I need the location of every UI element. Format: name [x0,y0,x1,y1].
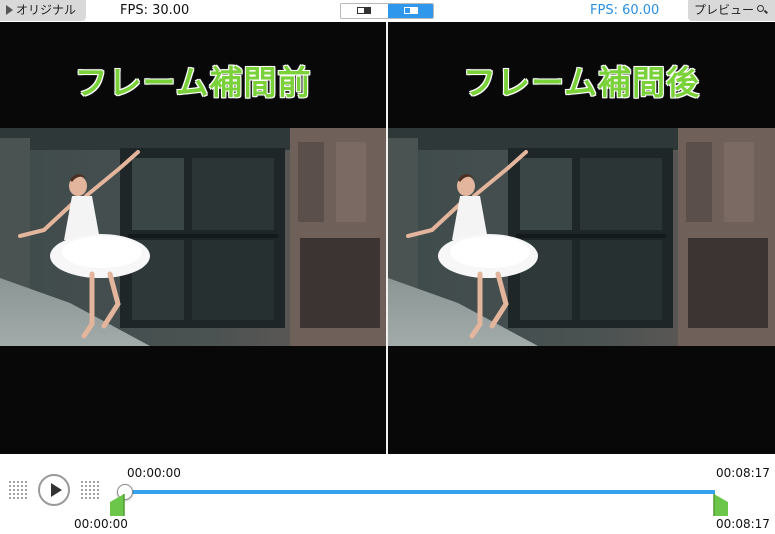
preview-label: プレビュー [694,3,755,17]
top-bar: オリジナル FPS: 30.00 FPS: 60.00 プレビュー [0,0,775,22]
video-frame-preview [388,128,775,346]
fps-original: FPS: 30.00 [120,3,190,18]
split-view-icon [404,7,418,14]
play-triangle-icon [6,5,13,15]
in-point-time: 00:00:00 [74,517,128,531]
timeline-fill [125,490,715,494]
timeline-track[interactable] [125,490,715,494]
original-label: オリジナル [16,3,77,17]
current-time: 00:00:00 [127,466,181,480]
view-mode-toggle [340,3,434,19]
single-view-icon [357,7,371,14]
play-button[interactable] [38,474,70,506]
frame-step-back-button[interactable] [8,480,28,500]
play-icon [51,483,62,497]
fps-preview: FPS: 60.00 [590,3,660,18]
magnifier-icon [757,5,767,15]
playback-controls: 00:00:00 00:08:17 00:00:00 00:08:17 [0,454,775,534]
original-tab[interactable]: オリジナル [0,0,86,21]
out-point-marker[interactable] [713,494,728,516]
frame-step-forward-button[interactable] [80,480,100,500]
split-view-button[interactable] [388,4,433,18]
end-time: 00:08:17 [716,466,770,480]
preview-tab[interactable]: プレビュー [688,0,775,21]
in-point-marker[interactable] [110,494,125,516]
pane-title-after: フレーム補間後 [462,63,700,102]
single-view-button[interactable] [341,4,387,18]
video-frame-original [0,128,386,346]
video-pane-preview: フレーム補間後 [388,22,775,454]
pane-title-before: フレーム補間前 [74,63,312,102]
out-point-time: 00:08:17 [716,517,770,531]
video-pane-original: フレーム補間前 [0,22,386,454]
